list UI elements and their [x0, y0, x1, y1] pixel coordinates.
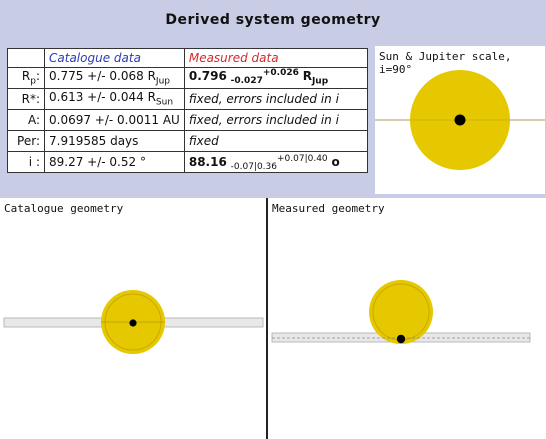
planet-disc [129, 319, 137, 327]
catalogue-sub: Sun [155, 97, 174, 108]
catalogue-geometry-panel: Catalogue geometry [0, 198, 267, 439]
catalogue-geometry-diagram [3, 290, 264, 354]
parameters-table: Catalogue data Measured data Rp: 0.775 +… [7, 48, 369, 173]
catalogue-value: 0.613 +/- 0.044 RSun [44, 88, 185, 110]
measured-geometry-diagram [271, 280, 531, 344]
measured-value: fixed [183, 130, 369, 152]
row-label: Rp: [7, 67, 45, 89]
measured-minus-error: -0.027 [230, 76, 263, 87]
catalogue-panel-label: Catalogue geometry [4, 202, 124, 215]
planet-disc [396, 334, 406, 344]
measured-value: fixed, errors included in i [183, 109, 369, 131]
measured-unit: o [331, 155, 340, 169]
row-label: A: [7, 109, 45, 131]
page-title: Derived system geometry [165, 12, 381, 28]
measured-main: 0.796 [188, 69, 227, 84]
table-row-star-radius: R*: 0.613 +/- 0.044 RSun fixed, errors i… [7, 88, 369, 110]
measured-main: 88.16 [188, 155, 227, 169]
catalogue-sub: Jup [155, 76, 170, 87]
measured-value: 0.796 -0.027+0.026 RJup [183, 67, 369, 89]
measured-plus-error: +0.026 [262, 68, 299, 79]
label-tail: : [35, 69, 40, 84]
row-label: R*: [7, 88, 45, 110]
catalogue-value: 89.27 +/- 0.52 ° [44, 151, 185, 173]
row-label: Per: [7, 130, 45, 152]
measured-value: fixed, errors included in i [183, 88, 369, 110]
catalogue-main: 0.775 +/- 0.068 R [49, 69, 156, 84]
panel-divider [266, 198, 268, 439]
measured-plus-error: +0.07|0.40 [277, 154, 328, 164]
catalogue-main: 0.613 +/- 0.044 R [49, 90, 156, 105]
header-blank-cell [7, 48, 45, 68]
catalogue-value: 0.775 +/- 0.068 RJup [44, 67, 185, 89]
star-disc [369, 280, 433, 344]
table-row-planet-radius: Rp: 0.775 +/- 0.068 RJup 0.796 -0.027+0.… [7, 67, 369, 89]
measured-geometry-panel: Measured geometry [268, 198, 546, 439]
measured-unit-sub: Jup [311, 76, 329, 87]
sun-jupiter-scale-panel: Sun & Jupiter scale, i=90° [375, 46, 545, 194]
catalogue-data-header: Catalogue data [44, 48, 185, 68]
measured-minus-error: -0.07|0.36 [230, 162, 277, 172]
measured-panel-label: Measured geometry [272, 202, 385, 215]
row-label: i : [7, 151, 45, 173]
scale-panel-label: Sun & Jupiter scale, i=90° [379, 50, 512, 76]
table-row-semi-major-axis: A: 0.0697 +/- 0.0011 AU fixed, errors in… [7, 109, 369, 131]
measured-value: 88.16 -0.07|0.36+0.07|0.40 o [183, 151, 369, 173]
measured-data-header: Measured data [183, 48, 369, 68]
jupiter-disc [454, 114, 466, 126]
catalogue-value: 7.919585 days [44, 130, 185, 152]
measured-unit: R [302, 69, 312, 84]
table-header-row: Catalogue data Measured data [7, 48, 369, 68]
table-row-period: Per: 7.919585 days fixed [7, 130, 369, 152]
table-row-inclination: i : 89.27 +/- 0.52 ° 88.16 -0.07|0.36+0.… [7, 151, 369, 173]
label-main: R [21, 69, 31, 84]
catalogue-value: 0.0697 +/- 0.0011 AU [44, 109, 185, 131]
